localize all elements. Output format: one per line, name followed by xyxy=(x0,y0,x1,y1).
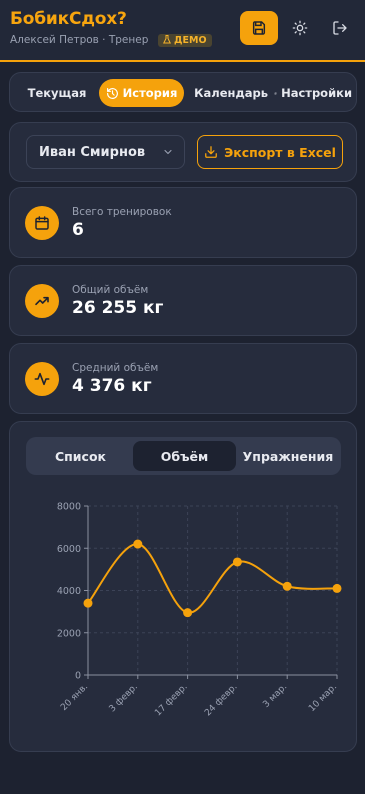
theme-toggle-button[interactable] xyxy=(289,17,311,39)
stat-value: 6 xyxy=(72,220,84,240)
history-icon xyxy=(106,87,118,99)
stat-icon-badge xyxy=(25,284,59,318)
stat-icon-badge xyxy=(25,362,59,396)
tab-label: Календарь xyxy=(194,86,268,100)
app-title: БобикСдох? xyxy=(10,9,127,29)
gear-icon xyxy=(274,91,277,95)
volume-line-chart: 0 2000 4000 6000 8000 20 янв. 3 февр. 17 февр. 2… xyxy=(57,502,342,718)
tab-current[interactable]: Текущая xyxy=(24,79,90,107)
stat-total-volume: Общий объём 26 255 кг xyxy=(9,265,357,336)
y-tick-label: 6000 xyxy=(57,544,81,555)
tab-settings[interactable]: Настройки xyxy=(274,79,352,107)
stat-total-workouts: Всего тренировок 6 xyxy=(9,187,357,258)
tab-history[interactable]: История xyxy=(99,79,184,107)
data-point xyxy=(183,608,193,618)
x-tick-label: 24 февр. xyxy=(203,682,239,718)
main-tabs: Текущая История Календарь Настройки xyxy=(9,72,357,112)
y-tick-label: 0 xyxy=(75,671,81,682)
athlete-select[interactable]: Иван Смирнов xyxy=(26,135,185,169)
export-button-label: Экспорт в Excel xyxy=(224,144,336,160)
export-excel-button[interactable]: Экспорт в Excel xyxy=(197,135,343,169)
x-tick-label: 17 февр. xyxy=(153,682,189,718)
y-tick-label: 2000 xyxy=(57,628,81,639)
stat-value: 26 255 кг xyxy=(72,298,164,318)
x-tick-label: 10 мар. xyxy=(307,682,339,714)
tab-label: Настройки xyxy=(281,86,352,100)
data-point xyxy=(282,581,292,591)
athlete-select-value: Иван Смирнов xyxy=(39,144,146,160)
logout-button[interactable] xyxy=(329,17,351,39)
user-name: Алексей Петров · Тренер xyxy=(10,34,149,46)
athlete-toolbar: Иван Смирнов Экспорт в Excel xyxy=(9,122,357,182)
x-tick-label: 3 февр. xyxy=(108,682,140,714)
demo-badge: ДЕМО xyxy=(157,34,212,47)
trending-up-icon xyxy=(35,296,49,306)
tab-calendar[interactable]: Календарь xyxy=(190,79,268,107)
stat-average-volume: Средний объём 4 376 кг xyxy=(9,343,357,414)
volume-chart-card: Список Объём Упражнения 0 2000 4000 6000 800… xyxy=(9,421,357,752)
sun-icon xyxy=(292,20,308,36)
data-point xyxy=(232,557,242,567)
tab-label: История xyxy=(122,86,178,100)
stat-icon-badge xyxy=(25,206,59,240)
calendar-icon xyxy=(35,216,49,230)
logout-icon xyxy=(333,21,347,35)
app-header: БобикСдох? Алексей Петров · Тренер ДЕМО xyxy=(0,0,365,62)
save-icon xyxy=(252,21,266,35)
stat-label: Всего тренировок xyxy=(72,206,172,218)
stat-label: Средний объём xyxy=(72,362,159,374)
tab-label: Текущая xyxy=(27,86,87,100)
download-icon xyxy=(205,146,217,158)
x-tick-label: 20 янв. xyxy=(59,682,90,713)
y-tick-label: 8000 xyxy=(57,502,81,513)
demo-badge-label: ДЕМО xyxy=(174,35,207,46)
chevron-down-icon xyxy=(164,149,172,155)
data-point xyxy=(83,598,93,608)
stat-value: 4 376 кг xyxy=(72,376,152,396)
user-info: Алексей Петров · Тренер ДЕМО xyxy=(10,34,212,47)
x-tick-label: 3 мар. xyxy=(261,682,289,710)
flask-icon xyxy=(162,35,171,44)
activity-icon xyxy=(34,372,50,386)
data-point xyxy=(332,583,342,593)
series-line-volume xyxy=(87,543,338,614)
stat-label: Общий объём xyxy=(72,284,149,296)
save-button[interactable] xyxy=(240,11,278,45)
y-tick-label: 4000 xyxy=(57,586,81,597)
data-point xyxy=(133,539,143,549)
